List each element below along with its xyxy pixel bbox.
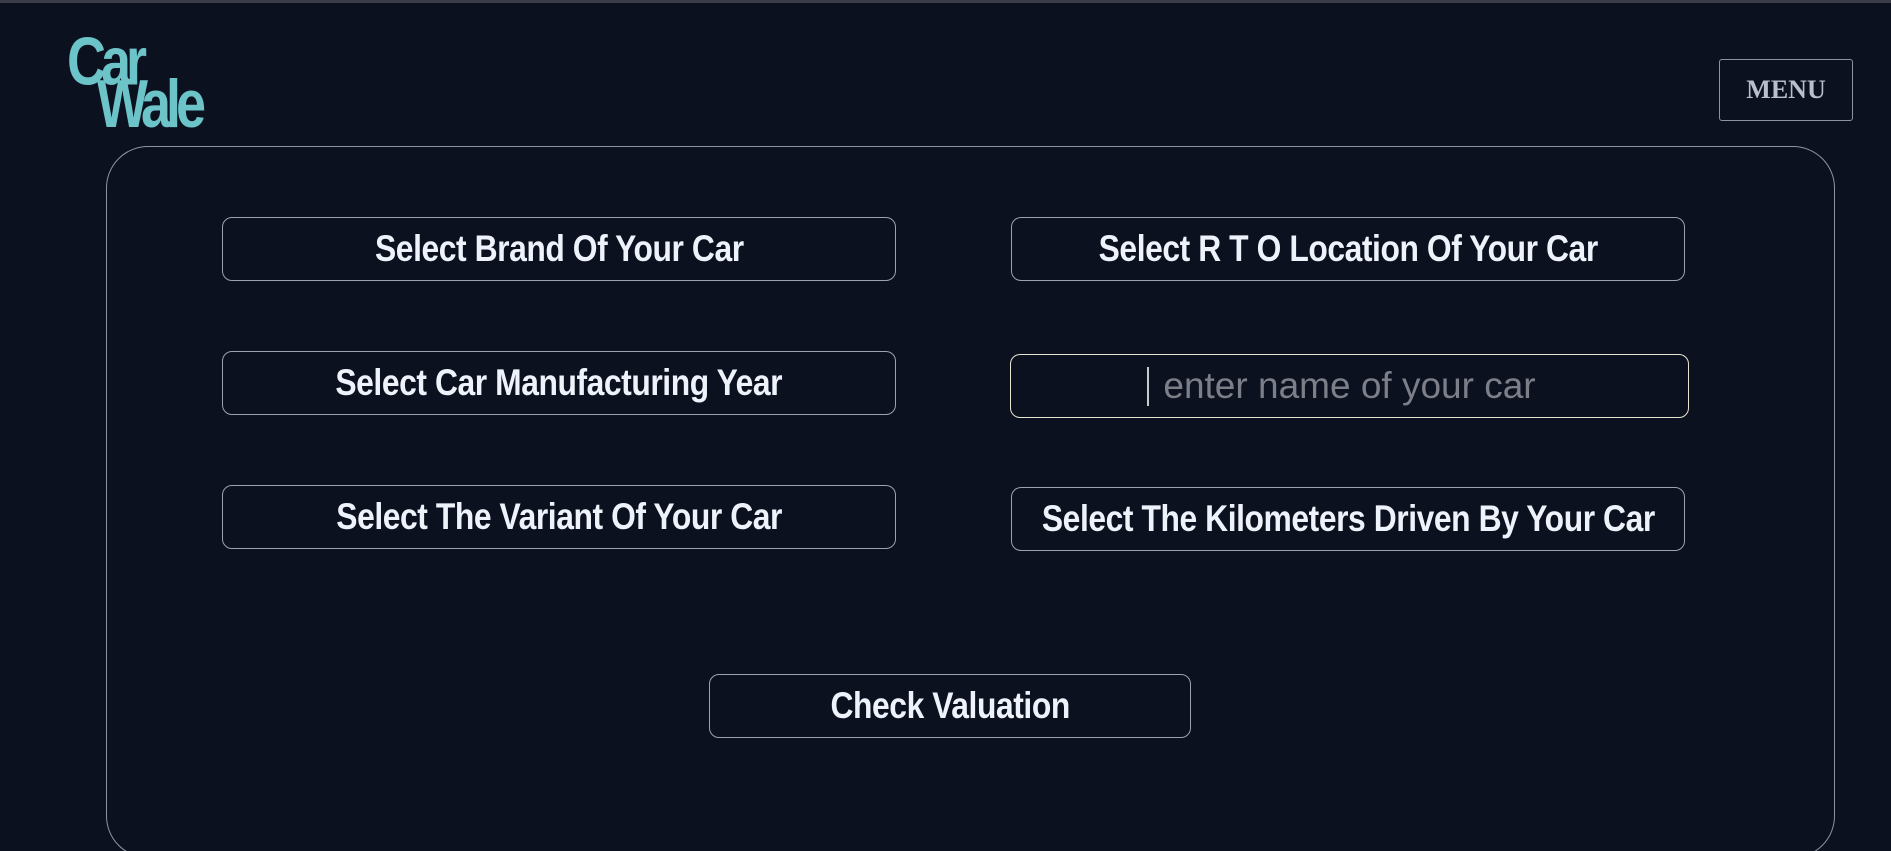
select-rto-location-label: Select R T O Location Of Your Car [1098, 228, 1598, 269]
select-variant-label: Select The Variant Of Your Car [336, 496, 782, 537]
carwale-logo[interactable]: Car Wale [67, 28, 227, 153]
check-valuation-button[interactable]: Check Valuation [709, 674, 1191, 738]
select-rto-location-button[interactable]: Select R T O Location Of Your Car [1011, 217, 1685, 281]
window-top-border [0, 0, 1891, 3]
text-cursor [1147, 367, 1149, 406]
car-name-input[interactable] [1010, 354, 1689, 418]
select-variant-button[interactable]: Select The Variant Of Your Car [222, 485, 896, 549]
menu-button[interactable]: MENU [1719, 59, 1853, 121]
select-brand-label: Select Brand Of Your Car [374, 228, 744, 269]
select-manufacturing-year-label: Select Car Manufacturing Year [335, 362, 783, 403]
select-kilometers-driven-label: Select The Kilometers Driven By Your Car [1041, 498, 1655, 539]
select-manufacturing-year-button[interactable]: Select Car Manufacturing Year [222, 351, 896, 415]
select-kilometers-driven-button[interactable]: Select The Kilometers Driven By Your Car [1011, 487, 1685, 551]
logo-line-2: Wale [97, 66, 206, 142]
select-brand-button[interactable]: Select Brand Of Your Car [222, 217, 896, 281]
check-valuation-label: Check Valuation [830, 685, 1070, 726]
